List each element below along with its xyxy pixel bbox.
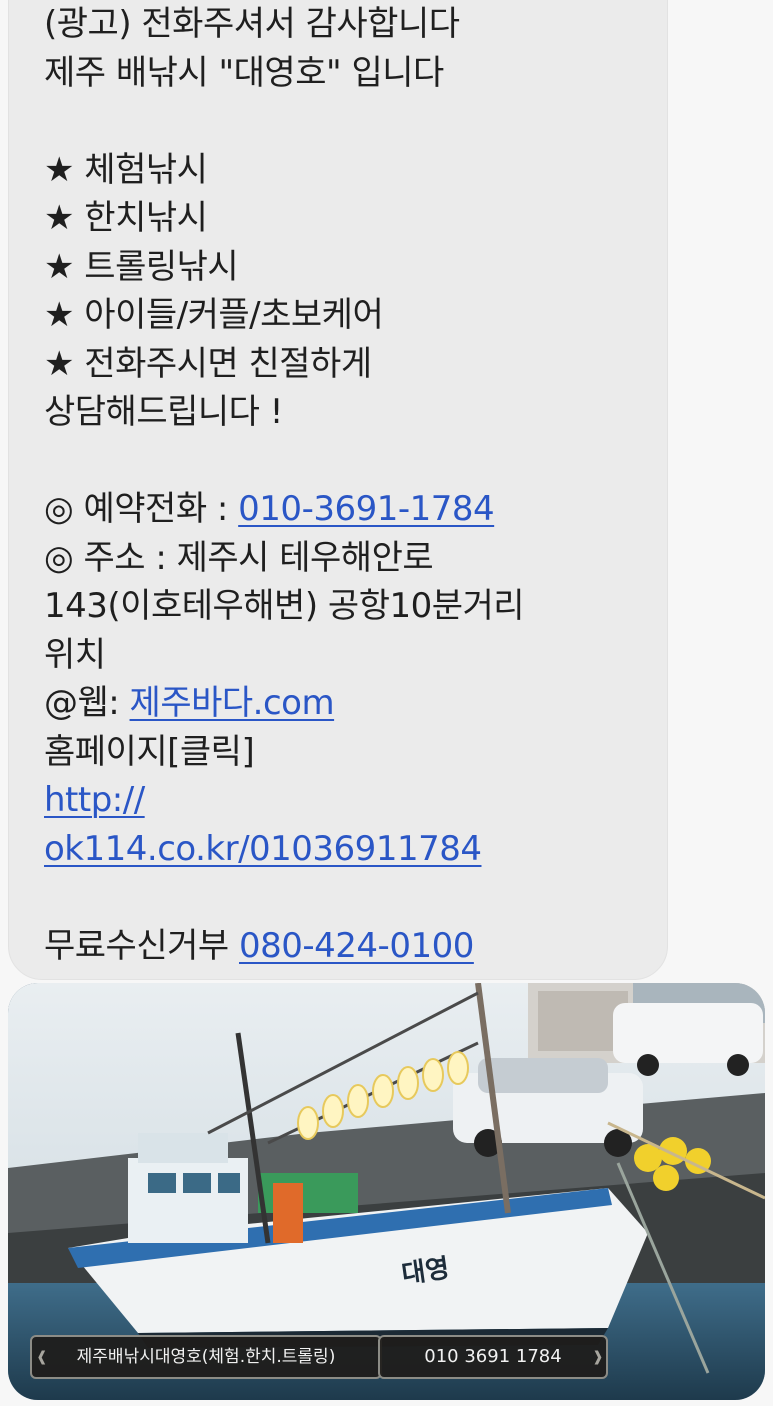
service-item: ★ 아이들/커플/초보케어 (44, 295, 384, 335)
homepage-link[interactable]: http:// (44, 780, 145, 820)
address-line: ◎ 주소 : 제주시 테우해안로 (44, 537, 434, 578)
message-text: (광고) 전화주셔서 감사합니다 제주 배낚시 "대영호" 입니다 ★ 체험낚시… (44, 0, 644, 970)
message-line: (광고) 전화주셔서 감사합니다 (44, 4, 460, 44)
homepage-label: 홈페이지[클릭] (44, 731, 255, 772)
caption-right-text: 010 3691 1784 (424, 1346, 562, 1367)
service-item: ★ 한치낚시 (44, 198, 208, 238)
optout-line: 무료수신거부 080-424-0100 (44, 922, 644, 971)
boat-photo[interactable]: 대영 ❰ 제주배낚시대영호(체험.한치.트롤링) 010 3691 1784 ❱ (8, 983, 765, 1400)
address-line: 위치 (44, 634, 106, 675)
web-line: @웹: 제주바다.com (44, 679, 644, 728)
photo-caption-right: 010 3691 1784 ❱ (378, 1335, 608, 1379)
homepage-url-line: ok114.co.kr/01036911784 (44, 825, 644, 874)
reservation-label: ◎ 예약전화 : (44, 489, 239, 529)
optout-phone-link[interactable]: 080-424-0100 (239, 926, 474, 966)
ornament-icon: ❱ (592, 1349, 604, 1365)
service-item: ★ 체험낚시 (44, 149, 208, 190)
service-item: ★ 전화주시면 친절하게 (44, 343, 372, 384)
web-label: @웹: (44, 683, 130, 723)
homepage-link-cont[interactable]: ok114.co.kr/01036911784 (44, 829, 482, 869)
optout-label: 무료수신거부 (44, 925, 239, 966)
service-item: ★ 트롤링낚시 (44, 246, 239, 287)
reservation-line: ◎ 예약전화 : 010-3691-1784 (44, 485, 644, 534)
caption-left-text: 제주배낚시대영호(체험.한치.트롤링) (76, 1347, 336, 1367)
address-line: 143(이호테우해변) 공항10분거리 (44, 586, 525, 626)
web-link[interactable]: 제주바다.com (130, 683, 335, 723)
photo-caption-left: ❰ 제주배낚시대영호(체험.한치.트롤링) (30, 1335, 382, 1379)
reservation-phone-link[interactable]: 010-3691-1784 (238, 489, 495, 529)
homepage-url-line: http:// (44, 776, 644, 825)
ornament-icon: ❰ (36, 1349, 48, 1365)
message-line: 제주 배낚시 "대영호" 입니다 (44, 52, 444, 93)
message-line: 상담해드립니다 ! (44, 392, 283, 432)
